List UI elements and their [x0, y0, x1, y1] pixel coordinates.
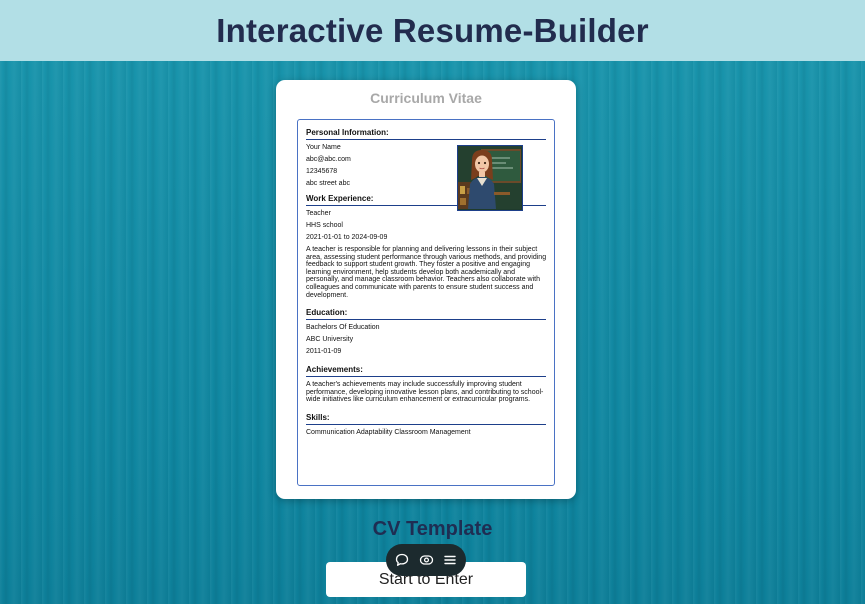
cv-template-card[interactable]: Curriculum Vitae Personal Information: Y… — [276, 80, 576, 499]
floating-toolbar — [386, 544, 466, 576]
education-degree: Bachelors Of Education — [306, 324, 380, 332]
section-heading-education: Education: — [306, 308, 546, 321]
comment-icon[interactable] — [394, 552, 410, 568]
eye-icon[interactable] — [418, 552, 434, 568]
profile-photo — [457, 145, 523, 211]
achievements-text: A teacher's achievements may include suc… — [306, 381, 544, 404]
cv-preview: Personal Information: Your Name abc@abc.… — [297, 119, 555, 486]
education-school: ABC University — [306, 336, 354, 344]
work-role: Teacher — [306, 210, 331, 217]
page-title: Interactive Resume-Builder — [216, 11, 649, 49]
work-dates: 2021-01-01 to 2024-09-09 — [306, 234, 388, 241]
app-header: Interactive Resume-Builder — [0, 0, 865, 61]
section-achievements: Achievements: A teacher's achievements m… — [306, 365, 546, 404]
skills-text: Communication Adaptability Classroom Man… — [306, 428, 471, 436]
section-heading-skills: Skills: — [306, 413, 546, 425]
card-title: Curriculum Vitae — [370, 90, 482, 106]
menu-icon[interactable] — [442, 552, 458, 568]
work-description: A teacher is responsible for planning an… — [306, 246, 547, 299]
section-education: Education: Bachelors Of Education ABC Un… — [306, 308, 546, 356]
section-heading-achievements: Achievements: — [306, 365, 546, 378]
section-heading-personal: Personal Information: — [306, 128, 546, 140]
work-company: HHS school — [306, 222, 343, 229]
education-date: 2011-01-09 — [306, 348, 342, 356]
section-skills: Skills: Communication Adaptability Class… — [306, 413, 546, 437]
template-label: CV Template — [372, 518, 493, 540]
